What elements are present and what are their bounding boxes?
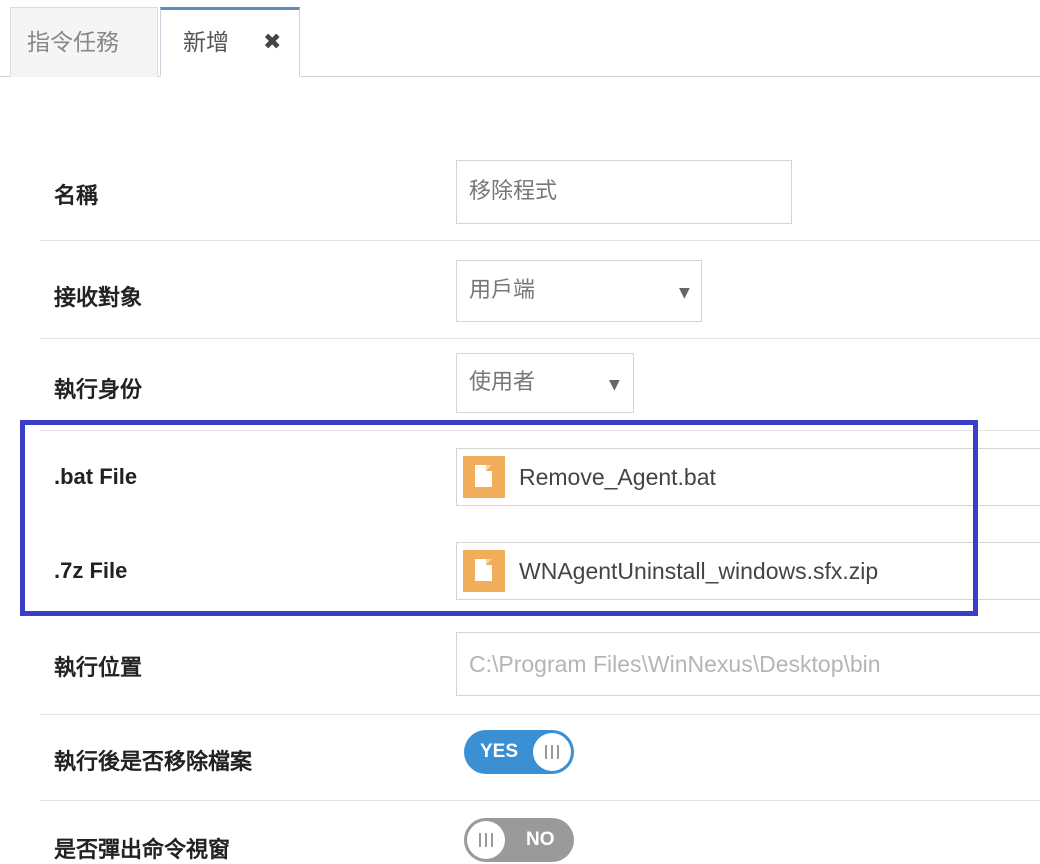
toggle-knob (533, 733, 571, 771)
run-as-select-value: 使用者 (469, 370, 536, 395)
name-label: 名稱 (54, 184, 99, 209)
highlight-box (20, 420, 978, 616)
delete-after-run-label: 執行後是否移除檔案 (54, 750, 253, 775)
row-divider (40, 338, 1040, 339)
row-divider (40, 240, 1040, 241)
toggle-state-text: NO (526, 829, 555, 850)
popup-cmd-window-toggle[interactable]: NO (464, 818, 574, 862)
close-x-icon[interactable]: ✖ (263, 10, 281, 76)
tab-label: 新增 (183, 30, 229, 56)
receiver-select[interactable]: 用戶端 ▼ (456, 260, 702, 322)
toggle-state-text: YES (480, 741, 519, 762)
row-divider (40, 800, 1040, 801)
toggle-knob (467, 821, 505, 859)
popup-cmd-window-label: 是否彈出命令視窗 (54, 838, 231, 863)
name-input[interactable]: 移除程式 (456, 160, 792, 224)
run-as-label: 執行身份 (54, 378, 143, 403)
tab-label: 指令任務 (27, 30, 119, 56)
run-location-label: 執行位置 (54, 656, 143, 681)
run-location-input[interactable]: C:\Program Files\WinNexus\Desktop\bin (456, 632, 1040, 696)
receiver-label: 接收對象 (54, 286, 143, 311)
delete-after-run-toggle[interactable]: YES (464, 730, 574, 774)
receiver-select-value: 用戶端 (469, 278, 536, 303)
chevron-down-icon: ▼ (679, 285, 690, 301)
row-divider (40, 714, 1040, 715)
tab-command-tasks[interactable]: 指令任務 (10, 7, 158, 77)
run-as-select[interactable]: 使用者 ▼ (456, 353, 634, 413)
tab-bar: 指令任務 新增 ✖ (0, 0, 1040, 77)
tab-add-new[interactable]: 新增 ✖ (160, 7, 300, 77)
chevron-down-icon: ▼ (609, 377, 620, 393)
